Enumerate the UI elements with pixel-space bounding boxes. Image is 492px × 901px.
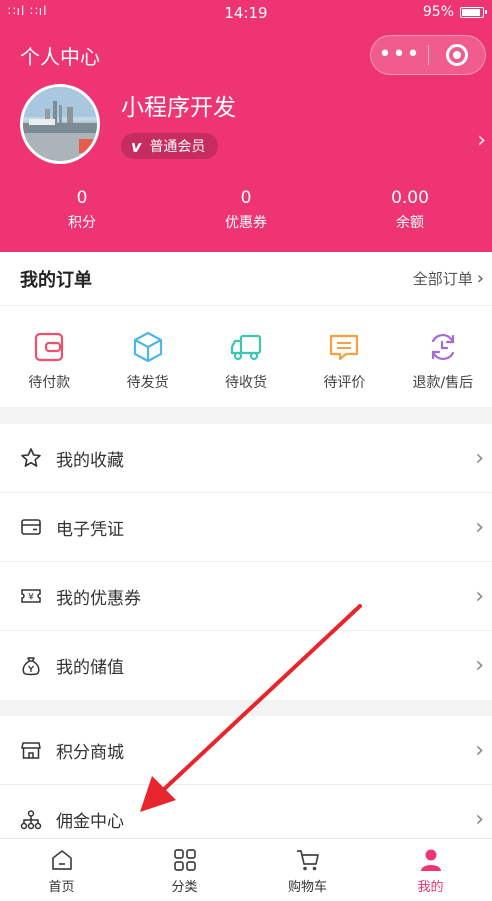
- battery-icon: [460, 6, 487, 18]
- chevron-right-icon: ›: [475, 653, 484, 678]
- coupon-icon: ¥: [21, 589, 41, 603]
- stat-label: 余额: [396, 215, 424, 231]
- tab-label: 分类: [171, 880, 198, 895]
- order-pending-shipment[interactable]: 待发货: [98, 306, 196, 407]
- close-miniprogram-icon[interactable]: [429, 44, 485, 66]
- stat-label: 积分: [68, 215, 96, 231]
- order-status-label: 退款/售后: [412, 375, 474, 391]
- order-pending-receipt[interactable]: 待收货: [197, 306, 295, 407]
- member-level-label: 普通会员: [149, 139, 206, 155]
- star-icon: [21, 448, 41, 467]
- chevron-right-icon[interactable]: ›: [477, 128, 486, 153]
- menu-item-label: 电子凭证: [56, 519, 124, 540]
- tab-cart[interactable]: 购物车: [246, 839, 369, 901]
- menu-item-label: 积分商城: [56, 742, 124, 763]
- chevron-right-icon: ›: [475, 737, 484, 763]
- vip-icon: v: [131, 136, 142, 156]
- chevron-right-icon: ›: [475, 807, 484, 832]
- menu-group-account: 我的收藏 › 电子凭证 › ¥ 我的优惠券 › 我的储值 ›: [0, 424, 492, 700]
- tab-home[interactable]: 首页: [0, 839, 123, 901]
- truck-icon: [230, 334, 262, 361]
- card-icon: [21, 519, 41, 535]
- refund-icon: [431, 333, 454, 361]
- stat-coupons[interactable]: 0 优惠券: [164, 188, 328, 232]
- cart-icon: [296, 850, 319, 871]
- page-title: 个人中心: [20, 45, 100, 69]
- chevron-right-icon: ›: [476, 268, 484, 289]
- battery-percent: 95%: [422, 4, 454, 20]
- order-pending-review[interactable]: 待评价: [295, 306, 393, 407]
- clock: 14:19: [224, 4, 268, 22]
- tab-mine[interactable]: 我的: [369, 839, 492, 901]
- store-icon: [21, 742, 41, 759]
- stat-balance[interactable]: 0.00 余额: [328, 188, 492, 232]
- tab-label: 首页: [48, 880, 75, 895]
- svg-text:¥: ¥: [28, 593, 34, 603]
- menu-item-label: 我的优惠券: [56, 588, 141, 609]
- my-orders-section: 我的订单 全部订单 › 待付款 待发货 待收货 待评价 退款/售后: [0, 252, 492, 407]
- profile-header: ∷ıl ∷ıl 14:19 95% 个人中心 ••• 小程序开发 v 普通会员: [0, 0, 492, 252]
- order-status-label: 待收货: [225, 375, 268, 391]
- user-icon: [420, 849, 441, 871]
- order-status-label: 待评价: [323, 375, 366, 391]
- order-status-label: 待付款: [28, 375, 71, 391]
- chevron-right-icon: ›: [475, 583, 484, 609]
- chevron-right-icon: ›: [475, 514, 484, 540]
- tab-label: 购物车: [287, 880, 327, 895]
- more-icon[interactable]: •••: [371, 44, 428, 66]
- wallet-icon: [35, 332, 64, 362]
- comment-icon: [330, 334, 359, 361]
- username: 小程序开发: [121, 95, 236, 121]
- all-orders-link[interactable]: 全部订单 ›: [413, 268, 484, 289]
- order-status-row: 待付款 待发货 待收货 待评价 退款/售后: [0, 306, 492, 407]
- stat-value: 0.00: [391, 188, 429, 208]
- orders-title: 我的订单: [20, 269, 92, 291]
- order-status-label: 待发货: [126, 375, 169, 391]
- moneybag-icon: [22, 656, 40, 675]
- all-orders-label: 全部订单: [412, 270, 473, 288]
- stat-value: 0: [240, 188, 252, 208]
- home-icon: [51, 850, 72, 870]
- battery-indicator: 95%: [422, 4, 487, 20]
- menu-item-label: 我的储值: [56, 658, 124, 678]
- tab-category[interactable]: 分类: [123, 839, 246, 901]
- network-icon: [20, 809, 42, 829]
- tab-label: 我的: [417, 880, 444, 895]
- menu-item-points-mall[interactable]: 积分商城 ›: [0, 716, 492, 785]
- grid-icon: [173, 849, 196, 871]
- avatar[interactable]: [20, 84, 100, 164]
- menu-item-label: 我的收藏: [56, 450, 124, 471]
- stat-points[interactable]: 0 积分: [0, 188, 164, 232]
- avatar-photo: [23, 87, 97, 161]
- menu-item-my-coupons[interactable]: ¥ 我的优惠券 ›: [0, 562, 492, 631]
- member-level-badge[interactable]: v 普通会员: [121, 133, 219, 159]
- chevron-right-icon: ›: [475, 445, 484, 471]
- stat-label: 优惠券: [225, 215, 267, 231]
- order-refund-aftersale[interactable]: 退款/售后: [394, 306, 492, 407]
- menu-item-e-voucher[interactable]: 电子凭证 ›: [0, 493, 492, 562]
- status-bar: ∷ıl ∷ıl 14:19 95%: [0, 0, 492, 26]
- box-icon: [133, 331, 162, 363]
- bottom-tab-bar: 首页 分类 购物车 我的: [0, 838, 492, 901]
- menu-item-stored-value[interactable]: 我的储值 ›: [0, 631, 492, 700]
- stat-value: 0: [76, 188, 88, 208]
- menu-group-rewards: 积分商城 › 佣金中心 ›: [0, 716, 492, 854]
- menu-item-label: 佣金中心: [56, 812, 124, 832]
- menu-item-favorites[interactable]: 我的收藏 ›: [0, 424, 492, 493]
- order-pending-payment[interactable]: 待付款: [0, 306, 98, 407]
- account-stats: 0 积分 0 优惠券 0.00 余额: [0, 188, 492, 232]
- orders-header: 我的订单 全部订单 ›: [0, 252, 492, 306]
- miniprogram-capsule: •••: [370, 35, 486, 75]
